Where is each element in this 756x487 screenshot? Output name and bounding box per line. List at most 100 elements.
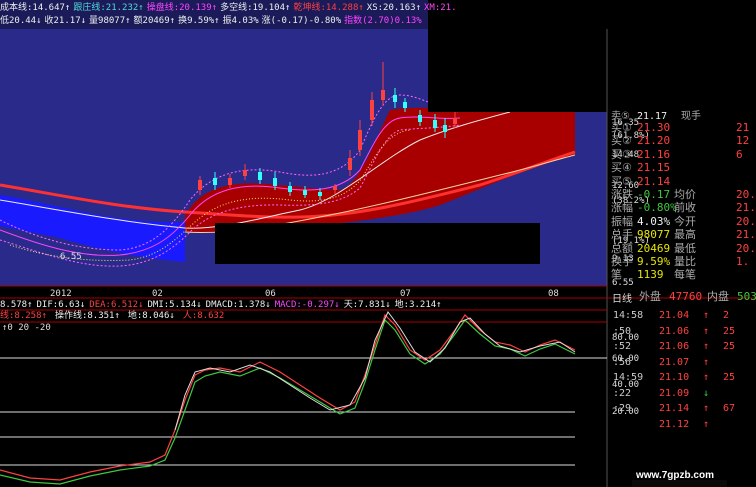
quote-label-2: 最高	[674, 228, 696, 242]
legend-item: 跟庄线:21.232↑	[73, 3, 144, 13]
legend-item: 成本线:14.647↑	[0, 3, 71, 13]
quote-label: 买⑤	[611, 174, 632, 188]
tick-row[interactable]: 21.12 ↑	[611, 417, 756, 432]
tick-volume: 2	[723, 310, 730, 321]
top-right-black	[428, 0, 611, 112]
candle-body	[318, 192, 322, 196]
tick-volume: 67	[723, 403, 736, 414]
quote-label-2: 均价	[674, 188, 696, 201]
legend-item: 乾坤线:14.288↑	[293, 3, 364, 13]
quote-value-2: 20.	[736, 214, 756, 228]
quote-label-2: 每笔	[674, 268, 696, 282]
tick-row[interactable]: :56 21.07 ↑	[611, 355, 756, 370]
indicator-value: 天:7.831↓	[343, 300, 391, 310]
quote-value-2: 21	[736, 121, 750, 134]
quote-label: 振幅	[611, 214, 633, 228]
macd-indicator-row: 8.578↑ DIF:6.63↓ DEA:6.512↓ DMI:5.134↓ DMACD…	[0, 300, 446, 311]
candle-body	[393, 95, 397, 102]
tick-row[interactable]: :29 21.14 ↑ 67	[611, 401, 756, 416]
quote-value-2: 21.	[736, 201, 756, 215]
quote-label-2: 最低	[674, 241, 696, 255]
low-price-marker: 6.55	[60, 252, 82, 262]
quote-row: 买② 21.20 12	[611, 134, 756, 147]
indicator-value: MACD:-0.297↓	[274, 300, 340, 310]
osc-header: ↑0 20 -20	[2, 323, 51, 333]
candle-body	[303, 190, 307, 195]
tick-row[interactable]: :50 21.06 ↑ 25	[611, 324, 756, 339]
date-tick: 02	[152, 289, 163, 299]
inner-value: 503	[737, 290, 756, 303]
tick-row[interactable]: :22 21.09 ↓	[611, 386, 756, 401]
candle-body	[403, 102, 407, 108]
indicator-value: DMI:5.134↓	[147, 300, 202, 310]
candle-body	[273, 178, 277, 186]
quote-value: 21.15	[637, 161, 671, 175]
tick-arrow: ↑	[703, 341, 710, 352]
quote-row: 买③ 21.16 6	[611, 148, 756, 161]
redacted-box	[215, 223, 540, 264]
quote-label: 笔	[611, 268, 622, 282]
tick-arrow: ↑	[703, 325, 710, 337]
candle-body	[358, 130, 362, 150]
candle-body	[418, 115, 422, 122]
legend-item: 操盘线:20.139↑	[146, 3, 218, 13]
tick-volume: 25	[723, 372, 736, 383]
quote-row: 总额 20469 最低 20.	[611, 242, 756, 255]
quote-value: 4.03%	[637, 214, 671, 228]
tick-time: :52	[613, 341, 632, 352]
quote-value: -0.17	[637, 188, 671, 201]
date-tick: 07	[400, 289, 411, 299]
tick-row[interactable]: 14:58 21.04 ↑ 2	[611, 308, 756, 323]
tick-price: 21.10	[659, 372, 690, 383]
candle-body	[443, 125, 447, 132]
ohlc-item: 涨(-0.17)-0.80%	[261, 16, 342, 26]
tick-time: :29	[613, 403, 632, 414]
tick-arrow: ↑	[703, 403, 710, 414]
quote-value: -0.80%	[637, 201, 677, 215]
quote-value: 1139	[637, 268, 664, 282]
quote-label-2: 量比	[674, 255, 696, 268]
candle-body	[348, 158, 352, 170]
tick-time: :50	[613, 325, 632, 337]
tick-arrow: ↓	[703, 387, 710, 399]
tick-volume: 25	[723, 325, 736, 337]
ohlc-item: 额20469↑	[133, 16, 176, 26]
tick-row[interactable]: :52 21.06 ↑ 25	[611, 339, 756, 354]
tick-price: 21.04	[659, 310, 690, 321]
tick-time: :22	[613, 387, 632, 399]
quote-row: 总手 98077 最高 21.	[611, 228, 756, 241]
quote-value-2: 1.	[736, 255, 750, 268]
tick-arrow: ↑	[703, 418, 710, 430]
low-marker-label: 6.55	[60, 252, 82, 262]
tick-time: :56	[613, 356, 632, 368]
legend-item: 多空线:19.104↑	[220, 3, 291, 13]
quote-value-2: 12	[736, 134, 750, 148]
tick-row[interactable]: 14:59 21.10 ↑ 25	[611, 370, 756, 385]
quote-row: 买⑤ 21.14	[611, 175, 756, 188]
candle-body	[381, 90, 385, 100]
indicator-value: 地:3.214↑	[394, 300, 442, 310]
indicator-value: DEA:6.512↓	[89, 300, 144, 310]
ohlc-item: 量98077↑	[89, 16, 131, 26]
candle-body	[370, 100, 374, 120]
quote-value-2: 20.	[736, 241, 756, 255]
tick-price: 21.06	[659, 325, 690, 337]
candle-body	[213, 178, 217, 185]
tick-price: 21.12	[659, 418, 690, 430]
ohlc-item: 换9.59%↑	[178, 16, 220, 26]
ohlc-item: 指数(2.70)0.13%	[344, 16, 422, 26]
indicator-value: 地:8.046↓	[127, 311, 175, 321]
indicator-value: 线:8.258↑	[0, 311, 47, 321]
indicator-value: 人:8.632	[182, 311, 225, 321]
tick-arrow: ↑	[703, 356, 710, 368]
quote-value: 98077	[637, 228, 671, 242]
quote-label: 涨幅	[611, 201, 633, 215]
osc-header-text: ↑0 20 -20	[2, 323, 51, 333]
quote-label: 买②	[611, 134, 632, 148]
quote-label: 买①	[611, 121, 632, 134]
quote-value-2: 6	[736, 147, 743, 161]
quote-row: 买④ 21.15	[611, 161, 756, 174]
date-tick: 2012	[50, 289, 72, 299]
legend-item: XS:20.163↑	[366, 3, 421, 13]
tick-volume: 25	[723, 341, 736, 352]
